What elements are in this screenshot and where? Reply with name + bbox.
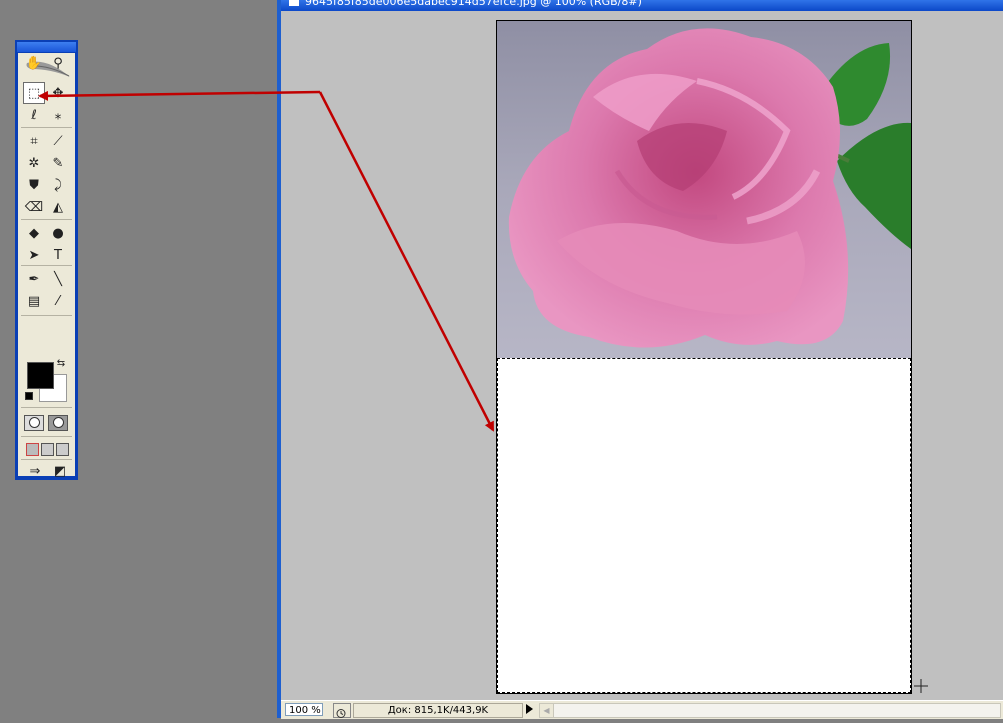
standard-mode-icon [28, 417, 40, 428]
status-bar: 100 % Док: 815,1K/443,9K ◀ [281, 700, 1003, 719]
toolbox-divider [21, 315, 72, 316]
toolbox-divider [21, 219, 72, 220]
zoom-level-field[interactable]: 100 % [285, 703, 323, 716]
eraser-tool-icon[interactable]: ⌫ [24, 197, 44, 217]
scroll-left-arrow-icon[interactable]: ◀ [540, 704, 554, 717]
magic-wand-tool-icon[interactable]: ⁎ [48, 105, 68, 125]
hand-tool-icon[interactable]: ✋ [24, 53, 44, 73]
standard-screen-mode-button[interactable] [26, 443, 39, 456]
lasso-tool-icon[interactable]: ℓ [24, 105, 44, 125]
full-screen-mode-button[interactable] [56, 443, 69, 456]
status-menu-arrow-icon[interactable] [526, 704, 533, 714]
paint-bucket-tool-icon[interactable]: ◭ [48, 197, 68, 217]
toolbox-divider [21, 407, 72, 408]
full-screen-menu-mode-button[interactable] [41, 443, 54, 456]
toolbox-divider [21, 127, 72, 128]
toolbox-divider [21, 459, 72, 460]
document-window: 9645f85f85de006e5dabec914d57efce.jpg @ 1… [277, 0, 1003, 719]
blur-tool-icon[interactable]: ◆ [24, 223, 44, 243]
status-info-button[interactable] [333, 703, 351, 718]
toolbox-body: ⬚ ✥ ℓ ⁎ ⌗ ⟋ ✲ ✎ ⛊ ⤸ ⌫ ◭ ◆ ● ➤ T ✒ ╲ ▤ ⁄ ✋ ⚲ ⇆ ⇒ ◩ [18, 53, 75, 478]
path-selection-tool-icon[interactable]: ➤ [24, 245, 44, 265]
quick-mask-mode-button[interactable] [48, 415, 68, 431]
toolbox-divider [21, 265, 72, 266]
crosshair-cursor-icon [914, 679, 928, 693]
standard-mode-button[interactable] [24, 415, 44, 431]
toolbox-title-bar[interactable] [17, 42, 76, 52]
toolbox-panel: ⬚ ✥ ℓ ⁎ ⌗ ⟋ ✲ ✎ ⛊ ⤸ ⌫ ◭ ◆ ● ➤ T ✒ ╲ ▤ ⁄ ✋ ⚲ ⇆ ⇒ ◩ [15, 40, 78, 480]
marquee-selection[interactable] [497, 358, 911, 693]
document-title: 9645f85f85de006e5dabec914d57efce.jpg @ 1… [305, 0, 642, 8]
move-tool-icon[interactable]: ✥ [48, 83, 68, 103]
zoom-tool-icon[interactable]: ⚲ [48, 53, 68, 73]
healing-brush-tool-icon[interactable]: ✲ [24, 153, 44, 173]
slice-tool-icon[interactable]: ⟋ [48, 131, 68, 151]
eyedropper-tool-icon[interactable]: ⁄ [48, 291, 68, 311]
rose-photo [497, 21, 911, 358]
imageready-icon[interactable]: ◩ [50, 461, 70, 481]
image-canvas[interactable] [496, 20, 912, 694]
crop-tool-icon[interactable]: ⌗ [24, 131, 44, 151]
document-title-bar[interactable]: 9645f85f85de006e5dabec914d57efce.jpg @ 1… [281, 0, 1003, 11]
default-colors-icon[interactable] [25, 392, 33, 400]
rectangular-marquee-tool-icon[interactable]: ⬚ [23, 82, 45, 104]
clock-icon [336, 709, 346, 718]
swap-colors-icon[interactable]: ⇆ [55, 358, 67, 370]
notes-tool-icon[interactable]: ▤ [24, 291, 44, 311]
horizontal-scrollbar[interactable]: ◀ [539, 703, 1001, 718]
toolbox-divider [21, 436, 72, 437]
jump-to-imageready-icon[interactable]: ⇒ [24, 461, 46, 481]
type-tool-icon[interactable]: T [48, 245, 68, 265]
rose-image [497, 21, 911, 358]
history-brush-tool-icon[interactable]: ⤸ [48, 175, 68, 195]
document-size-info: Док: 815,1K/443,9K [353, 703, 523, 718]
line-tool-icon[interactable]: ╲ [48, 269, 68, 289]
document-icon [289, 0, 299, 6]
pen-tool-icon[interactable]: ✒ [24, 269, 44, 289]
clone-stamp-tool-icon[interactable]: ⛊ [24, 175, 44, 195]
dodge-tool-icon[interactable]: ● [48, 223, 68, 243]
brush-tool-icon[interactable]: ✎ [48, 153, 68, 173]
foreground-color-swatch[interactable] [27, 362, 54, 389]
quick-mask-icon [52, 417, 64, 428]
